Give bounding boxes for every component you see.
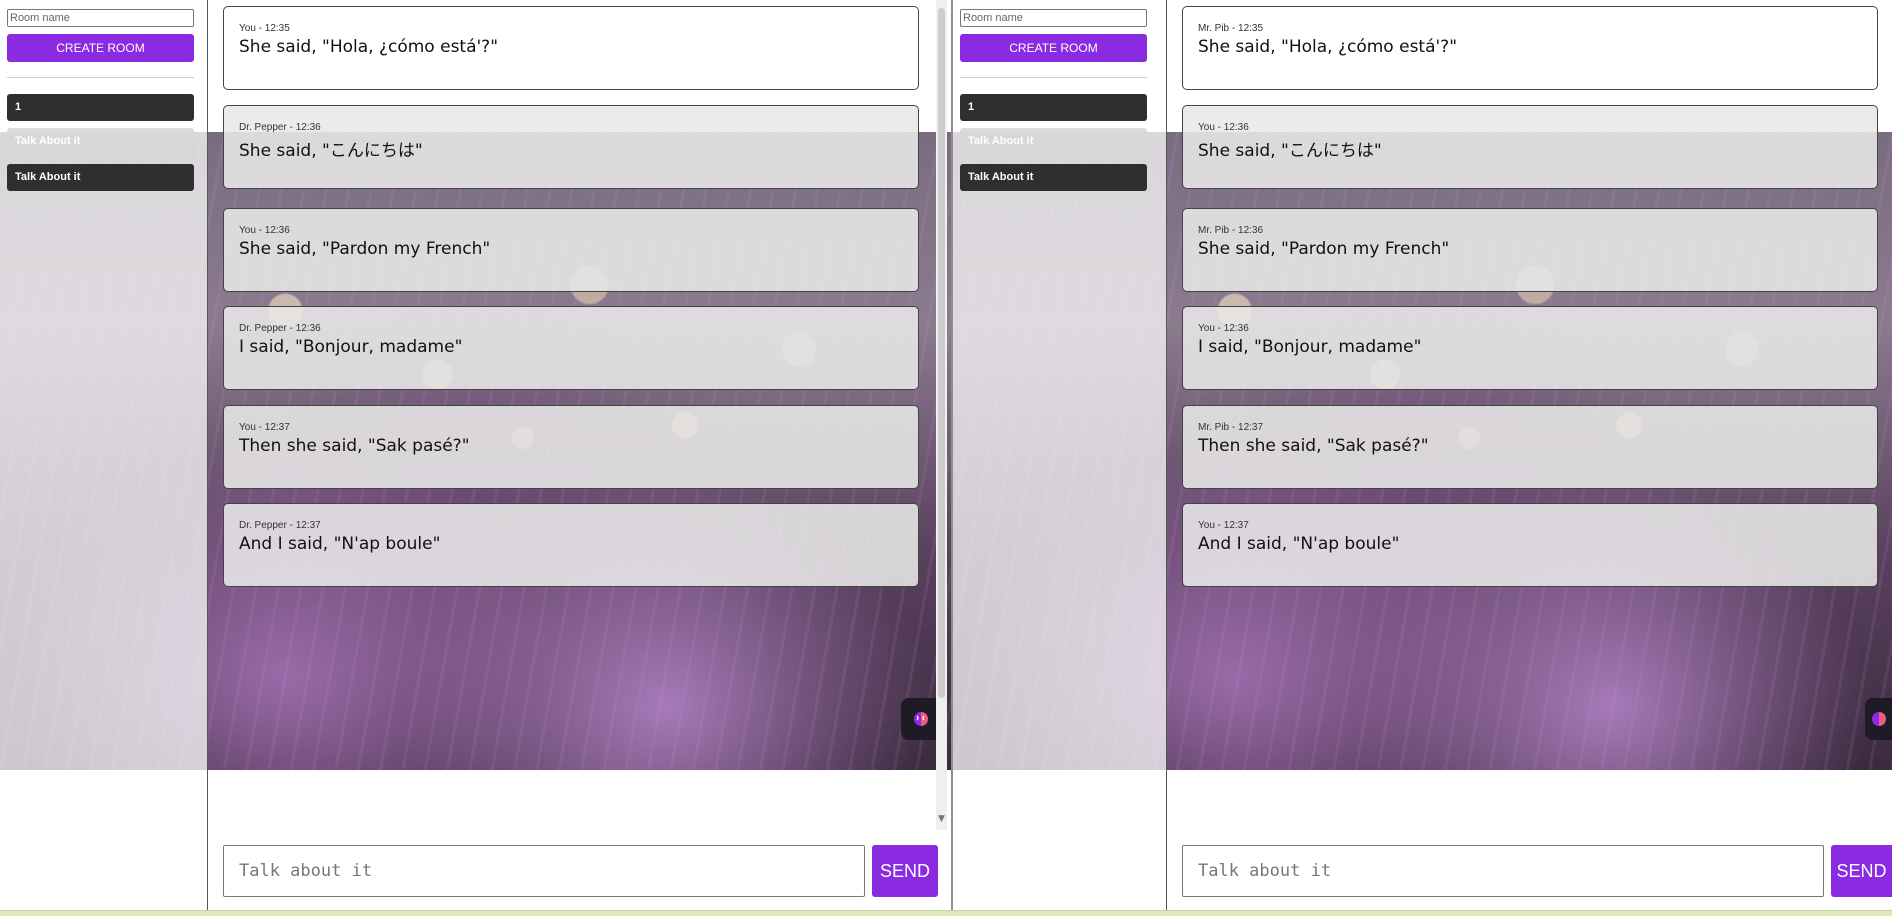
room-label: Talk About it xyxy=(15,171,81,183)
message-bubble: You - 12:37 And I said, "N'ap boule" xyxy=(1182,503,1878,587)
send-button[interactable]: SEND xyxy=(1831,845,1892,897)
room-label: Talk About it xyxy=(968,171,1034,183)
message-text: She said, "Pardon my French" xyxy=(239,239,491,259)
message-meta: You - 12:36 xyxy=(1198,122,1249,133)
room-label: 1 xyxy=(15,101,22,113)
message-meta: Mr. Pib - 12:37 xyxy=(1198,422,1264,433)
message-meta: You - 12:36 xyxy=(1198,323,1249,334)
sidebar-divider xyxy=(960,77,1147,78)
assistant-button[interactable] xyxy=(1865,698,1892,740)
message-meta: Mr. Pib - 12:36 xyxy=(1198,225,1264,236)
message-meta: Dr. Pepper - 12:36 xyxy=(239,122,321,133)
assistant-button[interactable] xyxy=(901,698,941,740)
message-text: She said, "こんにちは" xyxy=(1198,141,1382,161)
message-bubble: Dr. Pepper - 12:36 She said, "こんにちは" xyxy=(223,105,919,189)
send-button[interactable]: SEND xyxy=(872,845,938,897)
brain-icon xyxy=(914,712,928,726)
scrollbar[interactable]: ▼ xyxy=(936,0,947,830)
message-bubble: You - 12:35 She said, "Hola, ¿cómo está'… xyxy=(223,6,919,90)
create-room-button[interactable]: CREATE ROOM xyxy=(960,34,1147,62)
message-bubble: Dr. Pepper - 12:36 I said, "Bonjour, mad… xyxy=(223,306,919,390)
sidebar: CREATE ROOM 1 Talk About it Talk About i… xyxy=(0,0,208,912)
right-window: CREATE ROOM 1 Talk About it Talk About i… xyxy=(953,0,1892,912)
message-bubble: Dr. Pepper - 12:37 And I said, "N'ap bou… xyxy=(223,503,919,587)
message-meta: You - 12:37 xyxy=(239,422,290,433)
room-label: 1 xyxy=(968,101,975,113)
message-meta: You - 12:35 xyxy=(239,23,290,34)
message-text: I said, "Bonjour, madame" xyxy=(239,337,463,357)
room-name-input[interactable] xyxy=(960,9,1147,27)
room-item[interactable]: 1 xyxy=(960,94,1147,121)
room-item[interactable]: Talk About it xyxy=(7,164,194,191)
message-input[interactable] xyxy=(1182,845,1824,897)
taskbar-strip xyxy=(0,910,1892,916)
message-bubble: Mr. Pib - 12:36 She said, "Pardon my Fre… xyxy=(1182,208,1878,292)
message-text: She said, "こんにちは" xyxy=(239,141,423,161)
message-meta: Dr. Pepper - 12:36 xyxy=(239,323,321,334)
message-bubble: Mr. Pib - 12:37 Then she said, "Sak pasé… xyxy=(1182,405,1878,489)
room-item[interactable]: Talk About it xyxy=(7,128,194,155)
scrollbar-thumb[interactable] xyxy=(938,8,945,698)
message-bubble: You - 12:36 I said, "Bonjour, madame" xyxy=(1182,306,1878,390)
message-text: She said, "Hola, ¿cómo está'?" xyxy=(239,37,499,57)
room-item[interactable]: Talk About it xyxy=(960,164,1147,191)
brain-icon xyxy=(1871,712,1886,726)
room-label: Talk About it xyxy=(968,135,1034,147)
create-room-button[interactable]: CREATE ROOM xyxy=(7,34,194,62)
message-text: She said, "Hola, ¿cómo está'?" xyxy=(1198,37,1458,57)
message-text: And I said, "N'ap boule" xyxy=(1198,534,1400,554)
room-item[interactable]: Talk About it xyxy=(960,128,1147,155)
message-bubble: You - 12:36 She said, "Pardon my French" xyxy=(223,208,919,292)
message-meta: You - 12:37 xyxy=(1198,520,1249,531)
message-text: And I said, "N'ap boule" xyxy=(239,534,441,554)
room-item[interactable]: 1 xyxy=(7,94,194,121)
message-meta: Mr. Pib - 12:35 xyxy=(1198,23,1264,34)
message-meta: Dr. Pepper - 12:37 xyxy=(239,520,321,531)
message-text: Then she said, "Sak pasé?" xyxy=(239,436,470,456)
message-text: She said, "Pardon my French" xyxy=(1198,239,1450,259)
message-bubble: You - 12:36 She said, "こんにちは" xyxy=(1182,105,1878,189)
sidebar-divider xyxy=(7,77,194,78)
room-label: Talk About it xyxy=(15,135,81,147)
message-text: Then she said, "Sak pasé?" xyxy=(1198,436,1429,456)
sidebar: CREATE ROOM 1 Talk About it Talk About i… xyxy=(953,0,1167,912)
message-input[interactable] xyxy=(223,845,865,897)
chat-area: Mr. Pib - 12:35 She said, "Hola, ¿cómo e… xyxy=(1168,0,1892,912)
chat-area: You - 12:35 She said, "Hola, ¿cómo está'… xyxy=(209,0,947,912)
room-name-input[interactable] xyxy=(7,9,194,27)
left-window: CREATE ROOM 1 Talk About it Talk About i… xyxy=(0,0,951,912)
message-bubble: Mr. Pib - 12:35 She said, "Hola, ¿cómo e… xyxy=(1182,6,1878,90)
message-text: I said, "Bonjour, madame" xyxy=(1198,337,1422,357)
message-meta: You - 12:36 xyxy=(239,225,290,236)
scroll-down-icon[interactable]: ▼ xyxy=(936,814,947,825)
message-bubble: You - 12:37 Then she said, "Sak pasé?" xyxy=(223,405,919,489)
